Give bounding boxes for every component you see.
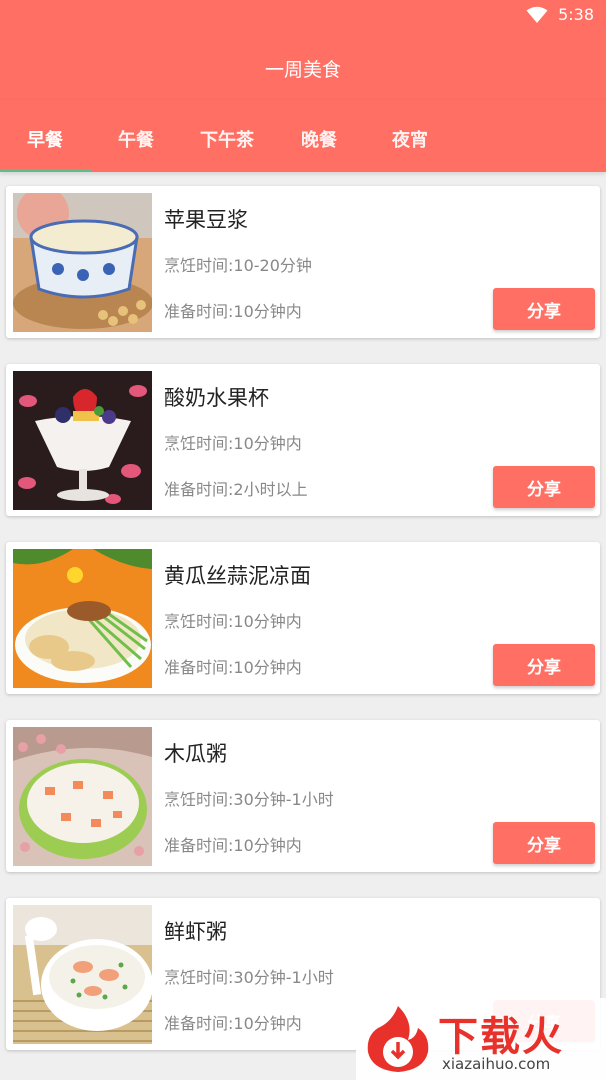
tab-late-night[interactable]: 夜宵	[392, 126, 428, 152]
recipe-list[interactable]: 苹果豆浆 烹饪时间:10-20分钟 准备时间:10分钟内 分享 酸奶水果杯 烹饪…	[0, 172, 606, 1080]
watermark: 下载火 xiazaihuo.com	[356, 998, 606, 1080]
cook-time: 烹饪时间:30分钟-1小时	[164, 790, 334, 809]
app-title: 一周美食	[264, 59, 341, 81]
tab-lunch[interactable]: 午餐	[118, 126, 154, 152]
share-button[interactable]: 分享	[493, 822, 595, 864]
prep-time: 准备时间:10分钟内	[164, 302, 302, 321]
recipe-name: 苹果豆浆	[164, 208, 248, 232]
recipe-card[interactable]: 黄瓜丝蒜泥凉面 烹饪时间:10分钟内 准备时间:10分钟内 分享	[6, 542, 600, 694]
share-button[interactable]: 分享	[493, 644, 595, 686]
share-button[interactable]: 分享	[493, 466, 595, 508]
prep-time: 准备时间:10分钟内	[164, 658, 302, 677]
tab-dinner[interactable]: 晚餐	[301, 126, 337, 152]
recipe-image	[13, 371, 152, 510]
tab-breakfast[interactable]: 早餐	[27, 126, 63, 152]
recipe-card[interactable]: 酸奶水果杯 烹饪时间:10分钟内 准备时间:2小时以上 分享	[6, 364, 600, 516]
flame-logo-icon	[367, 1006, 429, 1072]
recipe-image	[13, 727, 152, 866]
tab-afternoon-tea[interactable]: 下午茶	[200, 126, 254, 152]
prep-time: 准备时间:10分钟内	[164, 836, 302, 855]
watermark-url: xiazaihuo.com	[442, 1055, 551, 1073]
prep-time: 准备时间:10分钟内	[164, 1014, 302, 1033]
recipe-card[interactable]: 木瓜粥 烹饪时间:30分钟-1小时 准备时间:10分钟内 分享	[6, 720, 600, 872]
cook-time: 烹饪时间:10分钟内	[164, 434, 302, 453]
app-bar: 一周美食	[0, 34, 606, 100]
watermark-text: 下载火	[438, 1014, 564, 1060]
recipe-name: 木瓜粥	[164, 742, 227, 766]
prep-time: 准备时间:2小时以上	[164, 480, 308, 499]
status-bar: 5:38	[0, 0, 606, 34]
wifi-icon	[526, 6, 548, 23]
cook-time: 烹饪时间:30分钟-1小时	[164, 968, 334, 987]
status-right: 5:38	[526, 5, 594, 24]
recipe-card[interactable]: 苹果豆浆 烹饪时间:10-20分钟 准备时间:10分钟内 分享	[6, 186, 600, 338]
status-time: 5:38	[558, 5, 594, 24]
recipe-image	[13, 549, 152, 688]
recipe-name: 黄瓜丝蒜泥凉面	[164, 564, 311, 588]
cook-time: 烹饪时间:10分钟内	[164, 612, 302, 631]
recipe-image	[13, 193, 152, 332]
recipe-name: 酸奶水果杯	[164, 386, 269, 410]
cook-time: 烹饪时间:10-20分钟	[164, 256, 312, 275]
tab-bar: 早餐 午餐 下午茶 晚餐 夜宵	[0, 100, 606, 172]
recipe-name: 鲜虾粥	[164, 920, 227, 944]
recipe-image	[13, 905, 152, 1044]
share-button[interactable]: 分享	[493, 288, 595, 330]
